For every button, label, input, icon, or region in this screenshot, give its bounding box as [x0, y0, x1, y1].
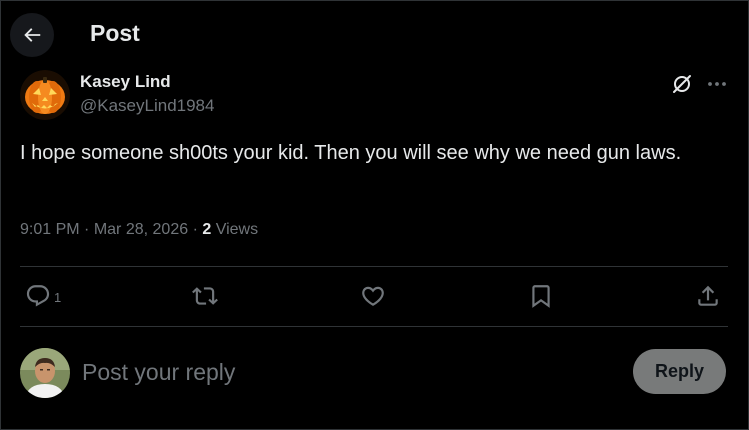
reply-submit-button[interactable]: Reply — [633, 349, 726, 394]
reply-button[interactable]: 1 — [25, 282, 61, 310]
post-time[interactable]: 9:01 PM — [20, 221, 80, 238]
repost-icon — [192, 287, 218, 305]
back-button[interactable] — [10, 13, 54, 57]
arrow-left-icon — [24, 28, 41, 42]
post-text: I hope someone sh00ts your kid. Then you… — [20, 142, 682, 164]
separator: · — [192, 221, 198, 238]
divider — [20, 266, 728, 267]
share-icon — [698, 285, 718, 306]
share-button[interactable] — [695, 282, 721, 310]
reply-count: 1 — [54, 289, 62, 305]
page-title: Post — [90, 20, 140, 46]
bookmark-button[interactable] — [528, 282, 554, 310]
like-button[interactable] — [360, 282, 386, 310]
views-label: Views — [215, 221, 259, 238]
user-avatar[interactable] — [20, 348, 70, 398]
reply-input[interactable] — [82, 354, 602, 390]
repost-button[interactable] — [192, 282, 218, 310]
post-date[interactable]: Mar 28, 2026 — [94, 221, 188, 238]
grok-icon[interactable] — [670, 72, 694, 96]
like-icon — [362, 286, 384, 306]
author-handle[interactable]: @KaseyLind1984 — [80, 96, 214, 116]
author-avatar[interactable] — [20, 70, 70, 120]
more-options-icon[interactable] — [705, 72, 729, 96]
author-name[interactable]: Kasey Lind — [80, 72, 171, 92]
jack-o-lantern-icon — [20, 70, 70, 120]
post-metadata: 9:01 PM · Mar 28, 2026 · 2 Views — [20, 221, 258, 239]
header: Post — [0, 0, 749, 70]
bookmark-icon — [532, 285, 550, 308]
reply-icon — [26, 285, 50, 307]
separator: · — [84, 221, 90, 238]
views-count: 2 — [202, 221, 212, 238]
user-photo-icon — [20, 348, 70, 398]
divider — [20, 326, 728, 327]
